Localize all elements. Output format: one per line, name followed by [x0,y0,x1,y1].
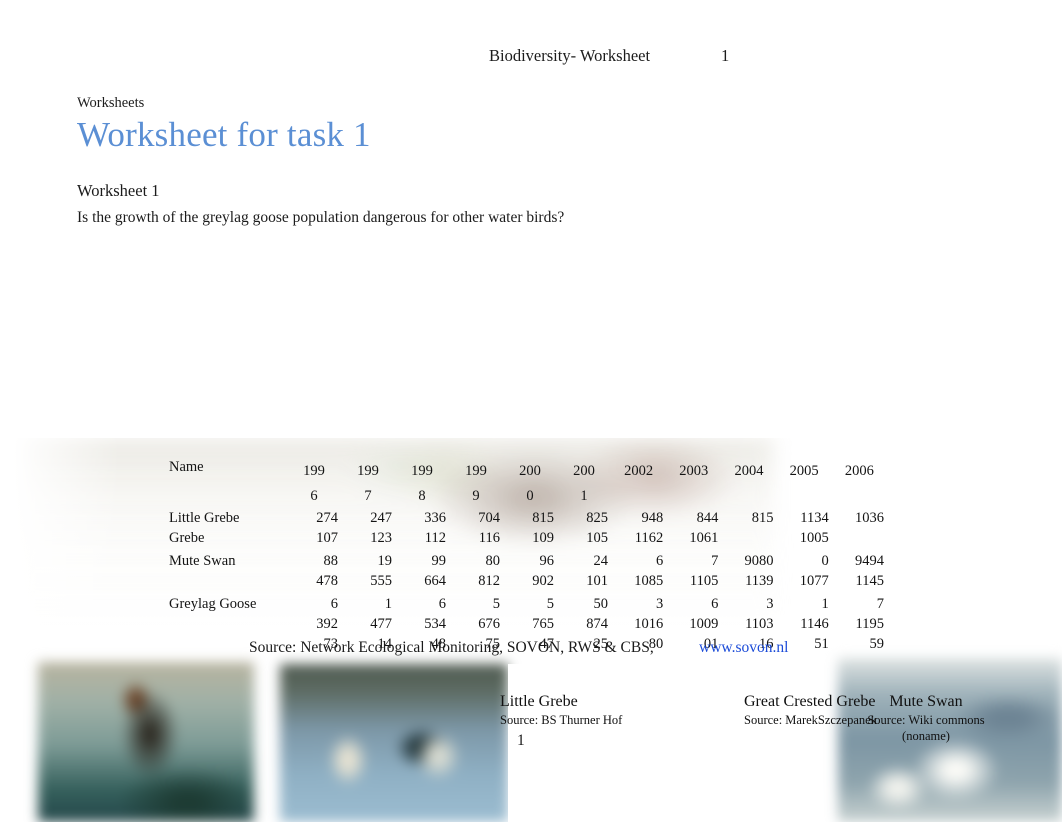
table-cell: 24 101 [586,553,609,589]
caption-source: Source: Wiki commons (noname) [867,713,985,743]
bird-population-table: Name 199 6 199 7 199 8 199 9 200 0 200 1… [168,459,890,654]
table-row: Little Grebe Grebe 274 107 247 123 336 1… [168,509,890,548]
table-cell: 99 664 [424,553,446,589]
column-header-year: 2006 [844,463,874,479]
table-cell: 7 1105 [689,553,719,589]
row-label: Little Grebe Grebe [169,510,240,546]
table-source-text: Source: Network Ecological Monitoring, S… [249,639,654,656]
header-title: Biodiversity- Worksheet [489,46,651,65]
table-cell: 7 1195 59 [855,596,884,652]
title-block: Worksheets Worksheet for task 1 [77,94,977,157]
source-link[interactable]: www.sovon.nl [699,639,788,657]
table-cell: 336 112 [424,510,446,546]
table-cell: 0 1077 [799,553,829,589]
table-cell: 80 812 [478,553,500,589]
table-cell: 247 123 [370,510,392,546]
column-header-year: 200 0 [519,463,541,504]
caption-source: Source: MarekSzczepanek [744,713,877,727]
caption-little-grebe: Little Grebe Source: BS Thurner Hof [500,692,622,728]
column-header-year: 2004 [734,463,764,479]
table-cell: 274 107 [316,510,338,546]
column-header-year: 199 6 [303,463,325,504]
column-header-year: 2002 [624,463,654,479]
worksheet-label: Worksheet 1 [77,181,160,200]
column-header-year: 199 7 [357,463,379,504]
column-header-year: 2005 [789,463,819,479]
breadcrumb: Worksheets [77,95,145,111]
caption-source: Source: BS Thurner Hof [500,713,623,727]
table-cell: 815 [751,510,774,526]
banner-fade-left [0,438,120,646]
column-header-name: Name [169,459,204,475]
column-header-year: 199 9 [465,463,487,504]
column-header-year: 200 1 [573,463,595,504]
column-header-year: 2003 [679,463,709,479]
table-cell: 1036 [855,510,884,526]
table-cell: 948 1162 [634,510,664,546]
table-cell: 704 116 [478,510,500,546]
footer-page-number: 1 [517,732,525,749]
table-cell: 6 1085 [634,553,664,589]
table-body: Little Grebe Grebe 274 107 247 123 336 1… [168,509,890,654]
table-cell: 96 902 [532,553,555,589]
document-running-header: Biodiversity- Worksheet 1 [0,44,1062,68]
photo-little-grebe [38,662,254,822]
caption-title: Mute Swan [889,693,963,710]
table-cell: 825 105 [586,510,609,546]
header-page-number: 1 [721,46,730,65]
table-head: Name 199 6 199 7 199 8 199 9 200 0 200 1… [168,459,890,509]
table-cell: 19 555 [370,553,392,589]
column-header-year: 199 8 [411,463,433,504]
caption-title: Great Crested Grebe [744,693,876,710]
caption-backdrop [508,664,774,822]
caption-mute-swan: Mute Swan Source: Wiki commons (noname) [866,692,986,744]
caption-great-crested-grebe: Great Crested Grebe Source: MarekSzczepa… [744,692,877,728]
caption-title: Little Grebe [500,693,578,710]
page-title: Worksheet for task 1 [77,115,371,154]
row-label: Mute Swan [169,553,236,570]
worksheet-question: Is the growth of the greylag goose popul… [77,209,565,226]
photo-great-crested-grebe [280,664,508,822]
table-cell: 844 1061 [689,510,719,546]
table-cell: 88 478 [316,553,338,589]
bird-population-table-wrapper: Name 199 6 199 7 199 8 199 9 200 0 200 1… [168,459,890,654]
table-cell: 9080 1139 [744,553,774,589]
table-cell: 815 109 [532,510,555,546]
table-header-row: Name 199 6 199 7 199 8 199 9 200 0 200 1… [168,459,890,509]
table-row: Mute Swan 88 478 19 555 99 664 80 812 96… [168,552,890,591]
table-cell: 1134 1005 [799,510,829,546]
table-cell: 9494 1145 [855,553,884,589]
